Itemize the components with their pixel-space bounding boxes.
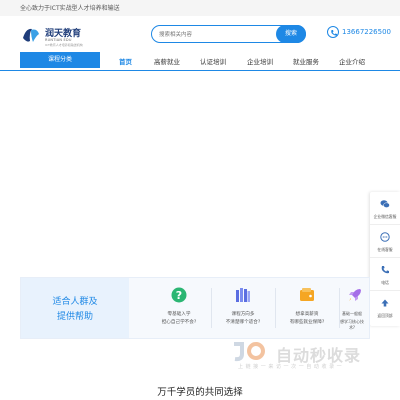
phone-number: 13667226500 bbox=[342, 28, 391, 36]
search-input[interactable] bbox=[159, 29, 269, 40]
help-item-line1: 零基础入学 bbox=[167, 312, 191, 317]
help-item-core-tech[interactable]: 基础一般般 想学习核心技术? bbox=[340, 278, 370, 338]
question-icon: ? bbox=[171, 287, 187, 303]
help-item-line1: 想拿高薪资 bbox=[295, 312, 319, 317]
wallet-icon bbox=[300, 288, 314, 301]
help-item-line1: 课程方向多 bbox=[231, 312, 255, 317]
sidebar-item-wechat[interactable]: 企业微信客服 bbox=[370, 192, 400, 225]
help-title: 适合人群及 提供帮助 bbox=[21, 278, 129, 338]
nav-item-corporate-training[interactable]: 企业培训 bbox=[247, 56, 273, 66]
logo-subtitle: RUNTIAN EDU bbox=[45, 38, 72, 42]
top-bar: 全心致力于ICT实战型人才培养和输送 bbox=[0, 0, 400, 16]
help-item-line2: 担心自己学不会? bbox=[161, 320, 197, 325]
sidebar-item-phone[interactable]: 电话 bbox=[370, 258, 400, 291]
nav-item-home[interactable]: 首页 bbox=[119, 56, 132, 66]
help-section: 适合人群及 提供帮助 ? 零基础入学 担心自己学不会? 课程方向多 不清楚哪个适… bbox=[20, 277, 370, 339]
sidebar-item-label: 企业微信客服 bbox=[373, 214, 397, 219]
sidebar-item-label: 返回顶部 bbox=[377, 313, 393, 318]
phone-icon bbox=[327, 26, 339, 38]
watermark-logo-icon bbox=[234, 342, 265, 362]
rocket-icon bbox=[349, 289, 361, 301]
watermark-subtext: 上 链 接 一 来 访 一 次 一 自 动 收 录 一 bbox=[238, 364, 343, 370]
help-item-beginner[interactable]: ? 零基础入学 担心自己学不会? bbox=[148, 278, 210, 338]
sidebar-item-back-to-top[interactable]: 返回顶部 bbox=[370, 291, 400, 324]
sidebar-item-label: 电话 bbox=[381, 280, 389, 285]
sidebar-item-label: 在线客服 bbox=[377, 247, 393, 252]
help-item-line2: 有哪些就业保障? bbox=[289, 320, 325, 325]
svg-text:?: ? bbox=[176, 289, 182, 302]
nav-item-career-service[interactable]: 就业服务 bbox=[293, 56, 319, 66]
nav-item-certification[interactable]: 认证培训 bbox=[200, 56, 226, 66]
nav-item-employment[interactable]: 高薪就业 bbox=[154, 56, 180, 66]
logo-mark-icon bbox=[23, 28, 39, 42]
help-item-salary[interactable]: 想拿高薪资 有哪些就业保障? bbox=[276, 278, 338, 338]
arrow-up-icon bbox=[381, 299, 389, 307]
books-icon bbox=[236, 288, 250, 302]
search-box: 搜索 bbox=[151, 25, 306, 43]
help-item-courses[interactable]: 课程方向多 不清楚哪个适合? bbox=[212, 278, 274, 338]
slogan-text: 全心致力于ICT实战型人才培养和输送 bbox=[20, 5, 120, 12]
hero-banner[interactable] bbox=[0, 71, 400, 276]
logo[interactable]: 润天教育 RUNTIAN EDU ICT教育人才培养和输送机构 bbox=[20, 24, 90, 47]
search-button[interactable]: 搜索 bbox=[276, 25, 306, 43]
help-title-line1: 适合人群及 bbox=[52, 297, 98, 307]
wechat-icon bbox=[380, 200, 390, 208]
chat-icon bbox=[380, 232, 390, 242]
help-item-line2: 不清楚哪个适合? bbox=[225, 320, 261, 325]
sidebar-item-online[interactable]: 在线客服 bbox=[370, 225, 400, 258]
course-category-button[interactable]: 课程分类 bbox=[20, 52, 100, 68]
logo-tagline: ICT教育人才培养和输送机构 bbox=[45, 43, 83, 47]
phone-icon bbox=[381, 266, 389, 274]
help-title-line2: 提供帮助 bbox=[56, 312, 93, 322]
section-title: 万千学员的共同选择 bbox=[157, 387, 243, 398]
help-item-line2: 想学习核心技术? bbox=[340, 319, 364, 330]
help-item-line1: 基础一般般 bbox=[342, 311, 362, 316]
nav-item-about[interactable]: 企业介绍 bbox=[339, 56, 365, 66]
main-nav: 课程分类 首页 高薪就业 认证培训 企业培训 就业服务 企业介绍 bbox=[0, 52, 400, 70]
floating-sidebar: 企业微信客服 在线客服 电话 返回顶部 bbox=[370, 192, 400, 326]
watermark: 自动秒收录 上 链 接 一 来 访 一 次 一 自 动 收 录 一 bbox=[230, 340, 390, 376]
